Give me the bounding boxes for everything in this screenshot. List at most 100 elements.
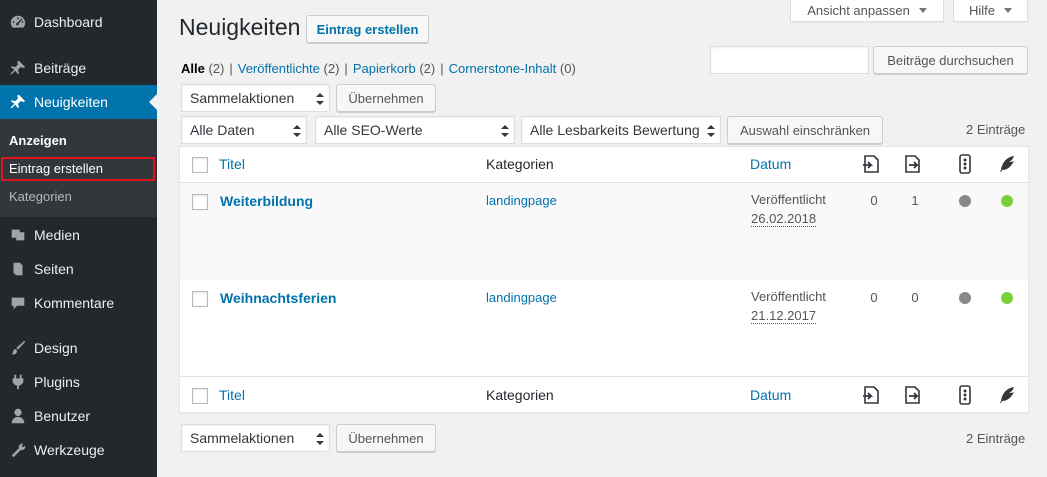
incoming-links-count: 0	[911, 290, 919, 305]
view-all-link[interactable]: Alle	[181, 61, 205, 76]
table-header-row: Titel Kategorien Datum	[180, 147, 1028, 183]
seo-score-icon	[955, 154, 975, 174]
incoming-links-icon	[902, 154, 922, 174]
outgoing-links-icon	[861, 385, 881, 405]
bulk-apply-button[interactable]: Übernehmen	[336, 84, 436, 112]
view-cornerstone-count: (0)	[559, 61, 576, 76]
bulk-actions-select-bottom[interactable]: Sammelaktionen	[181, 424, 330, 452]
plugin-icon	[0, 373, 34, 391]
view-published-count: (2)	[323, 61, 340, 76]
view-published-link[interactable]: Veröffentlichte	[238, 61, 320, 76]
filter-apply-button[interactable]: Auswahl einschränken	[727, 116, 883, 144]
date-filter-value: Alle Daten	[190, 122, 255, 138]
search-input[interactable]	[710, 46, 869, 74]
column-title-header[interactable]: Titel	[219, 156, 245, 172]
table-row: Weiterbildung landingpage Veröffentlicht…	[180, 183, 1028, 280]
screen-options-tab[interactable]: Ansicht anpassen	[790, 0, 944, 22]
admin-sidebar: Dashboard Beiträge Neuigkeiten Anzeigen …	[0, 0, 157, 477]
select-all-checkbox-footer[interactable]	[192, 388, 208, 404]
seo-filter-value: Alle SEO-Werte	[324, 122, 423, 138]
help-tab[interactable]: Hilfe	[953, 0, 1028, 22]
sidebar-item-label: Neuigkeiten	[34, 94, 108, 110]
select-arrows-icon	[501, 125, 509, 137]
chevron-down-icon	[1004, 8, 1012, 13]
item-count-top: 2 Einträge	[966, 122, 1026, 137]
sidebar-item-users[interactable]: Benutzer	[0, 399, 157, 433]
incoming-links-count: 1	[911, 193, 919, 208]
add-new-button[interactable]: Eintrag erstellen	[306, 15, 429, 43]
row-checkbox[interactable]	[192, 194, 208, 210]
post-title-link[interactable]: Weiterbildung	[220, 193, 313, 209]
bulk-actions-select[interactable]: Sammelaktionen	[181, 84, 330, 112]
user-icon	[0, 407, 34, 425]
view-cornerstone-link[interactable]: Cornerstone-Inhalt	[449, 61, 557, 76]
category-link[interactable]: landingpage	[486, 193, 557, 208]
sidebar-item-posts[interactable]: Beiträge	[0, 51, 157, 85]
submenu-item-categories[interactable]: Kategorien	[9, 189, 72, 204]
comment-icon	[0, 294, 34, 312]
column-title-footer[interactable]: Titel	[219, 387, 245, 403]
sidebar-item-media[interactable]: Medien	[0, 218, 157, 252]
bulk-actions-value: Sammelaktionen	[190, 430, 295, 446]
category-link[interactable]: landingpage	[486, 290, 557, 305]
sidebar-item-pages[interactable]: Seiten	[0, 252, 157, 286]
select-arrows-icon	[316, 433, 324, 445]
post-title-link[interactable]: Weihnachtsferien	[220, 290, 336, 306]
seo-score-icon	[955, 385, 975, 405]
bulk-apply-button-bottom[interactable]: Übernehmen	[336, 424, 436, 452]
column-date-header[interactable]: Datum	[750, 156, 791, 172]
readability-filter-value: Alle Lesbarkeits Bewertung	[530, 122, 700, 138]
submenu-item-view[interactable]: Anzeigen	[9, 133, 67, 148]
table-row: Weihnachtsferien landingpage Veröffentli…	[180, 280, 1028, 377]
sidebar-item-label: Design	[34, 340, 78, 356]
bulk-actions-value: Sammelaktionen	[190, 90, 295, 106]
sidebar-item-label: Beiträge	[34, 60, 87, 76]
sidebar-item-tools[interactable]: Werkzeuge	[0, 433, 157, 467]
row-checkbox[interactable]	[192, 291, 208, 307]
column-categories-header: Kategorien	[486, 156, 554, 172]
sidebar-item-label: Werkzeuge	[34, 442, 105, 458]
sidebar-item-label: Seiten	[34, 261, 74, 277]
sidebar-item-label: Medien	[34, 227, 80, 243]
sidebar-item-news[interactable]: Neuigkeiten	[0, 85, 157, 119]
post-date: Veröffentlicht 21.12.2017	[751, 287, 826, 325]
pushpin-icon	[0, 59, 34, 77]
sidebar-item-design[interactable]: Design	[0, 331, 157, 365]
dashboard-icon	[0, 13, 34, 31]
post-status: Veröffentlicht	[751, 289, 826, 304]
page-title: Neuigkeiten	[179, 14, 301, 40]
search-button[interactable]: Beiträge durchsuchen	[873, 46, 1028, 74]
seo-filter-select[interactable]: Alle SEO-Werte	[315, 116, 515, 144]
table-footer-row: Titel Kategorien Datum	[180, 377, 1028, 413]
column-date-footer[interactable]: Datum	[750, 387, 791, 403]
post-status-filter: Alle (2) | Veröffentlichte (2) | Papierkorb …	[181, 61, 576, 76]
sidebar-item-plugins[interactable]: Plugins	[0, 365, 157, 399]
outgoing-links-icon	[861, 154, 881, 174]
select-arrows-icon	[707, 125, 715, 137]
outgoing-links-count: 0	[870, 290, 878, 305]
view-all-count: (2)	[208, 61, 225, 76]
sidebar-item-label: Benutzer	[34, 408, 91, 424]
active-menu-arrow	[149, 94, 157, 110]
seo-score-dot	[959, 292, 971, 304]
post-status: Veröffentlicht	[751, 192, 826, 207]
incoming-links-icon	[902, 385, 922, 405]
view-trash-count: (2)	[419, 61, 436, 76]
media-icon	[0, 226, 34, 244]
view-trash-link[interactable]: Papierkorb	[353, 61, 416, 76]
readability-filter-select[interactable]: Alle Lesbarkeits Bewertung	[521, 116, 721, 144]
pushpin-icon	[0, 93, 34, 111]
sidebar-item-comments[interactable]: Kommentare	[0, 286, 157, 320]
sidebar-item-label: Kommentare	[34, 295, 115, 311]
sidebar-item-dashboard[interactable]: Dashboard	[0, 5, 157, 39]
readability-feather-icon	[997, 154, 1017, 174]
brush-icon	[0, 339, 34, 357]
seo-score-dot	[959, 195, 971, 207]
screen-options-label: Ansicht anpassen	[807, 3, 910, 18]
highlight-annotation-box	[1, 157, 155, 181]
readability-feather-icon	[997, 385, 1017, 405]
chevron-down-icon	[918, 8, 927, 13]
select-all-checkbox[interactable]	[192, 157, 208, 173]
select-arrows-icon	[293, 125, 301, 137]
date-filter-select[interactable]: Alle Daten	[181, 116, 307, 144]
